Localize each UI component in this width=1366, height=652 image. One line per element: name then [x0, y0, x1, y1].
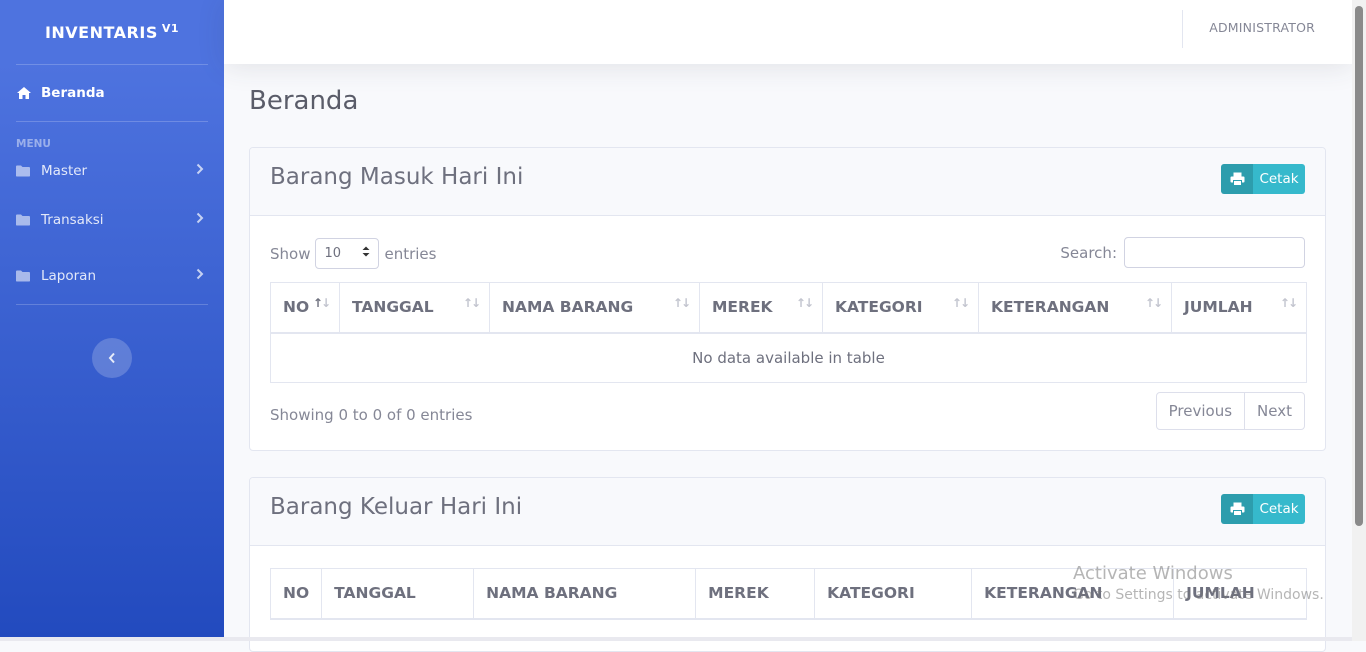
- card-title: Barang Keluar Hari Ini: [270, 494, 523, 520]
- empty-table-message: No data available in table: [270, 332, 1307, 383]
- column-header-kategori[interactable]: KATEGORI ↑↓: [822, 282, 979, 334]
- card-header: Barang Keluar Hari Ini Cetak: [250, 478, 1325, 546]
- page-size-value: 10: [324, 246, 342, 261]
- user-menu[interactable]: ADMINISTRATOR: [1209, 20, 1315, 35]
- print-button-label: Cetak: [1259, 171, 1299, 187]
- previous-page-button[interactable]: Previous: [1157, 393, 1244, 429]
- search-control: Search:: [1060, 237, 1305, 268]
- folder-icon: [16, 214, 34, 226]
- sort-icon: ↑↓: [1144, 296, 1163, 310]
- chevron-right-icon: [196, 163, 204, 179]
- column-header-kategori[interactable]: KATEGORI: [814, 568, 973, 620]
- select-arrows-icon: [362, 246, 370, 261]
- print-button[interactable]: Cetak: [1221, 494, 1305, 524]
- brand[interactable]: INVENTARIS V1: [0, 0, 224, 64]
- column-header-merek[interactable]: MEREK: [695, 568, 816, 620]
- column-header-merek[interactable]: MEREK ↑↓: [699, 282, 823, 334]
- column-header-nama-barang[interactable]: NAMA BARANG: [473, 568, 697, 620]
- watermark-subtitle: Go to Settings to activate Windows.: [1073, 587, 1324, 603]
- column-header-no[interactable]: NO: [269, 568, 323, 620]
- sort-icon: ↑↓: [312, 296, 331, 310]
- column-header-jumlah[interactable]: JUMLAH ↑↓: [1171, 282, 1307, 334]
- next-page-button[interactable]: Next: [1244, 393, 1304, 429]
- column-header-no[interactable]: NO ↑↓: [270, 282, 340, 334]
- topbar: ADMINISTRATOR: [224, 0, 1352, 64]
- folder-icon: [16, 270, 34, 282]
- table-info: Showing 0 to 0 of 0 entries: [270, 406, 473, 424]
- sidebar-divider: [16, 304, 208, 305]
- page-size-select[interactable]: 10: [315, 238, 380, 269]
- entries-label: entries: [384, 244, 437, 263]
- sort-icon: ↑↓: [951, 296, 970, 310]
- sidebar-item-transaksi[interactable]: Transaksi: [0, 192, 224, 248]
- folder-icon: [16, 165, 34, 177]
- sidebar-item-label: Laporan: [41, 268, 97, 284]
- sort-icon: ↑↓: [672, 296, 691, 310]
- masuk-table: NO ↑↓ TANGGAL ↑↓ NAMA BARANG ↑↓ MEREK ↑↓ KAT…: [270, 282, 1307, 383]
- card-barang-masuk: Barang Masuk Hari Ini Cetak Show 10 entr…: [249, 147, 1326, 451]
- search-label: Search:: [1060, 243, 1117, 262]
- print-icon: [1221, 494, 1253, 524]
- search-input[interactable]: [1124, 237, 1305, 268]
- brand-version: V1: [161, 21, 180, 35]
- chevron-right-icon: [196, 212, 204, 228]
- sidebar-toggle-button[interactable]: [92, 338, 132, 378]
- vertical-scrollbar[interactable]: [1352, 0, 1366, 641]
- chevron-left-icon: [108, 349, 116, 368]
- print-icon: [1221, 164, 1253, 194]
- column-header-keterangan[interactable]: KETERANGAN ↑↓: [978, 282, 1172, 334]
- pagination: Previous Next: [1155, 392, 1305, 430]
- column-header-tanggal[interactable]: TANGGAL ↑↓: [339, 282, 490, 334]
- sort-icon: ↑↓: [795, 296, 814, 310]
- sort-icon: ↑↓: [462, 296, 481, 310]
- topbar-divider: [1182, 10, 1183, 48]
- page-size-control: Show 10 entries: [270, 238, 436, 269]
- sidebar-heading: MENU: [16, 138, 51, 150]
- horizontal-scrollbar[interactable]: [0, 637, 1352, 641]
- print-button[interactable]: Cetak: [1221, 164, 1305, 194]
- page-title: Beranda: [249, 86, 359, 116]
- column-header-nama-barang[interactable]: NAMA BARANG ↑↓: [489, 282, 700, 334]
- table-row: No data available in table: [270, 332, 1307, 383]
- show-label: Show: [270, 244, 311, 263]
- sidebar-item-beranda[interactable]: Beranda: [0, 65, 224, 121]
- print-button-label: Cetak: [1259, 501, 1299, 517]
- sidebar-item-label: Transaksi: [41, 212, 104, 228]
- scrollbar-thumb[interactable]: [1355, 6, 1363, 526]
- sidebar: INVENTARIS V1 Beranda MENU Master Transak…: [0, 0, 224, 641]
- card-title: Barang Masuk Hari Ini: [270, 164, 524, 190]
- activation-watermark: Activate Windows Go to Settings to activ…: [1073, 563, 1324, 603]
- card-header: Barang Masuk Hari Ini Cetak: [250, 148, 1325, 216]
- sidebar-item-label: Beranda: [41, 85, 105, 101]
- home-icon: [16, 86, 34, 100]
- chevron-right-icon: [196, 268, 204, 284]
- sidebar-item-master[interactable]: Master: [0, 150, 224, 192]
- column-header-tanggal[interactable]: TANGGAL: [321, 568, 475, 620]
- watermark-title: Activate Windows: [1073, 563, 1233, 584]
- sidebar-item-laporan[interactable]: Laporan: [0, 248, 224, 304]
- sort-icon: ↑↓: [1279, 296, 1298, 310]
- sidebar-item-label: Master: [41, 163, 88, 179]
- brand-name: INVENTARIS: [44, 22, 158, 42]
